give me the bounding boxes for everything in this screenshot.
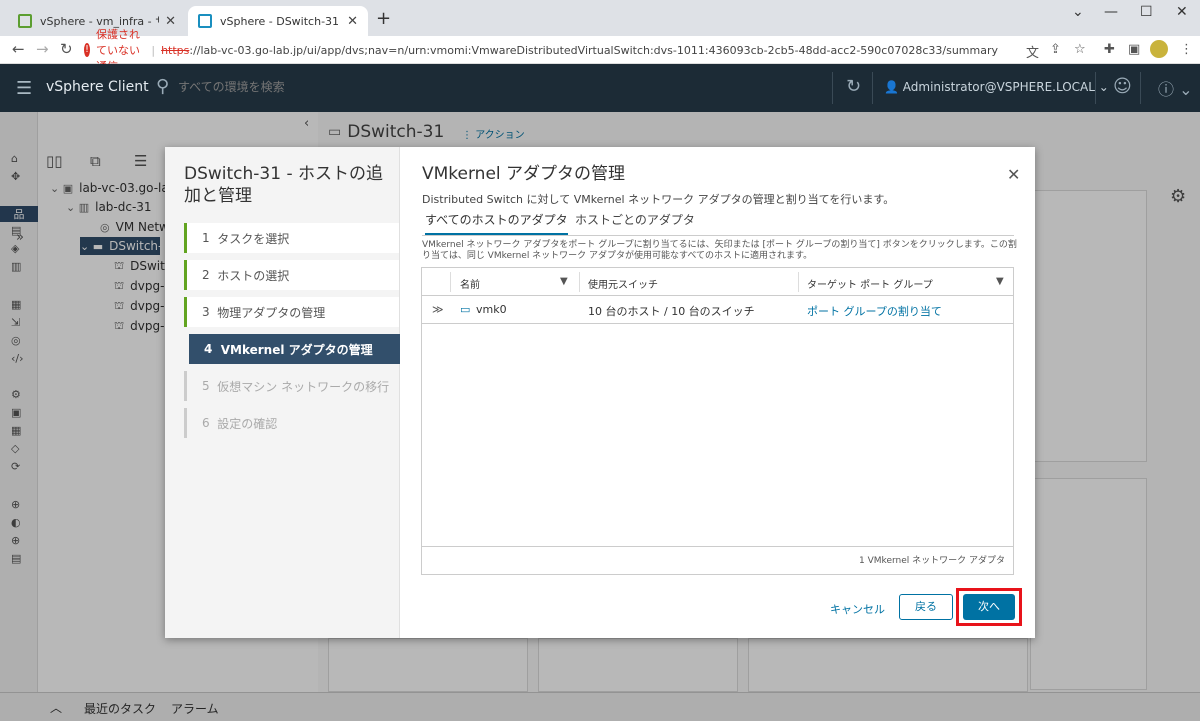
hamburger-menu-icon[interactable]: ☰	[16, 78, 32, 99]
tab-per-host-adapters[interactable]: ホストごとのアダプタ	[575, 211, 695, 235]
close-tab-icon[interactable]: ✕	[347, 14, 358, 29]
side-panel-icon[interactable]: ▣	[1128, 42, 1140, 57]
close-tab-icon[interactable]: ✕	[165, 14, 176, 29]
page-description: Distributed Switch に対して VMkernel ネットワーク …	[422, 193, 895, 206]
extensions-icon[interactable]: ✚	[1104, 42, 1115, 57]
page-title: VMkernel アダプタの管理	[422, 164, 626, 184]
search-icon: ⚲	[156, 76, 170, 97]
expand-row-icon[interactable]: ≫	[432, 303, 444, 316]
vsphere-favicon-icon	[18, 14, 32, 28]
maximize-icon[interactable]: ☐	[1140, 4, 1153, 20]
cancel-button[interactable]: キャンセル	[830, 601, 885, 617]
wizard-step-5: 5 仮想マシン ネットワークの移行	[184, 371, 399, 401]
column-name[interactable]: 名前	[460, 276, 480, 291]
browser-tab-bar: vSphere - vm_infra - サマリ ✕ vSphere - DSw…	[0, 0, 1200, 36]
tab-search-icon[interactable]: ⌄	[1072, 4, 1084, 20]
bookmark-star-icon[interactable]: ☆	[1074, 42, 1086, 57]
wizard-step-4[interactable]: 4 VMkernel アダプタの管理	[189, 334, 400, 364]
column-target-port-group[interactable]: ターゲット ポート グループ	[807, 276, 933, 291]
assign-port-group-link[interactable]: ポート グループの割り当て	[807, 303, 942, 319]
share-icon[interactable]: ⇪	[1050, 42, 1061, 57]
column-in-use-by[interactable]: 使用元スイッチ	[588, 276, 658, 291]
app-title: vSphere Client	[46, 79, 149, 95]
vsphere-favicon-icon	[198, 14, 212, 28]
refresh-icon[interactable]: ↻	[846, 76, 861, 97]
vmkernel-adapter-grid: 名前 ▼ 使用元スイッチ ターゲット ポート グループ ▼ ≫ ▭ vmk0 1…	[421, 267, 1014, 575]
url-scheme: https	[161, 43, 190, 57]
close-icon[interactable]: ✕	[1007, 165, 1020, 184]
next-button-highlight: 次へ	[956, 588, 1022, 626]
filter-icon[interactable]: ▼	[996, 276, 1004, 287]
help-icon[interactable]: ⓘ ⌄	[1158, 76, 1193, 100]
close-window-icon[interactable]: ✕	[1176, 4, 1188, 20]
browser-tab-dswitch[interactable]: vSphere - DSwitch-31 - サマリ ✕	[188, 6, 368, 36]
vmkernel-adapter-icon: ▭	[460, 303, 471, 316]
next-button[interactable]: 次へ	[963, 594, 1015, 620]
assignment-note: VMkernel ネットワーク アダプタをポート グループに割り当てるには、矢印…	[422, 240, 1017, 261]
in-use-by-value: 10 台のホスト / 10 台のスイッチ	[588, 305, 755, 318]
grid-footer: 1 VMkernel ネットワーク アダプタ	[422, 546, 1013, 575]
minimize-icon[interactable]: —	[1104, 4, 1118, 20]
wizard-title: DSwitch-31 - ホストの追加と管理	[184, 164, 384, 206]
url-text: ://lab-vc-03.go-lab.jp/ui/app/dvs;nav=n/…	[189, 43, 998, 57]
profile-avatar[interactable]	[1150, 40, 1168, 58]
reload-icon[interactable]: ↻	[60, 40, 73, 58]
global-search-input[interactable]	[178, 80, 428, 94]
wizard-step-1[interactable]: 1 タスクを選択	[184, 223, 399, 253]
adapter-name: vmk0	[476, 303, 507, 316]
wizard-step-6: 6 設定の確認	[184, 408, 399, 438]
grid-header: 名前 ▼ 使用元スイッチ ターゲット ポート グループ ▼	[422, 268, 1013, 296]
table-row[interactable]: ≫ ▭ vmk0 10 台のホスト / 10 台のスイッチ ポート グループの割…	[422, 296, 1013, 324]
wizard-content: VMkernel アダプタの管理 ✕ Distributed Switch に対…	[401, 147, 1035, 638]
wizard-step-3[interactable]: 3 物理アダプタの管理	[184, 297, 399, 327]
filter-icon[interactable]: ▼	[560, 276, 568, 287]
back-button[interactable]: 戻る	[899, 594, 953, 620]
url-bar[interactable]: ! 保護されていない通信 | https ://lab-vc-03.go-lab…	[84, 28, 998, 73]
translate-icon[interactable]: 文	[1026, 42, 1039, 61]
forward-arrow-icon[interactable]: →	[36, 40, 49, 58]
new-tab-button[interactable]: +	[376, 8, 391, 29]
user-name: Administrator@VSPHERE.LOCAL	[902, 80, 1095, 94]
menu-icon[interactable]: ⋮	[1180, 42, 1193, 57]
wizard-step-2[interactable]: 2 ホストの選択	[184, 260, 399, 290]
wizard-steps-panel: DSwitch-31 - ホストの追加と管理 1 タスクを選択 2 ホストの選択…	[165, 147, 400, 638]
app-header: ☰ vSphere Client ⚲ ↻ 👤 Administrator@VSP…	[0, 64, 1200, 112]
address-bar-row: ← → ↻ ! 保護されていない通信 | https ://lab-vc-03.…	[0, 28, 1200, 73]
add-manage-hosts-wizard: DSwitch-31 - ホストの追加と管理 1 タスクを選択 2 ホストの選択…	[165, 147, 1035, 638]
tab-all-hosts-adapters[interactable]: すべてのホストのアダプタ	[425, 211, 568, 235]
user-menu[interactable]: 👤 Administrator@VSPHERE.LOCAL ⌄	[884, 80, 1109, 94]
browser-tab-title: vSphere - DSwitch-31 - サマリ	[220, 15, 341, 28]
not-secure-icon: !	[84, 43, 91, 57]
back-arrow-icon[interactable]: ←	[12, 40, 25, 58]
feedback-smiley-icon[interactable]: ☺	[1113, 76, 1132, 97]
